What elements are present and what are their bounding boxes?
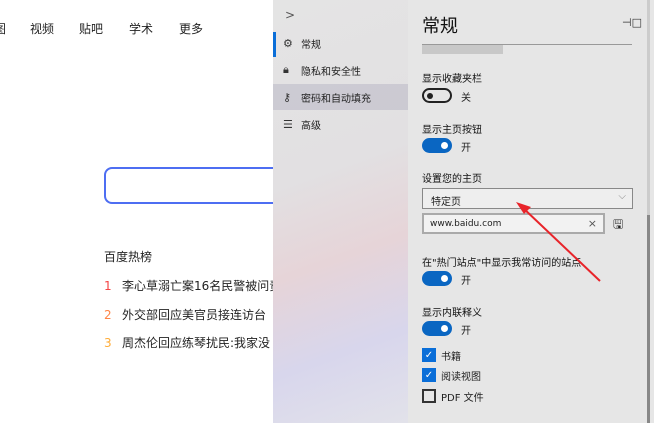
chevron-right-icon[interactable]: > (285, 8, 295, 22)
nav-link[interactable]: 更多 (179, 20, 203, 37)
sidebar-item-label: 常规 (301, 39, 321, 51)
nav-link[interactable]: 学术 (129, 20, 153, 37)
nav-link[interactable]: 视频 (30, 20, 54, 37)
sidebar-item-label: 高级 (301, 120, 321, 132)
sidebar-item-advanced[interactable]: ☰ 高级 (273, 111, 408, 137)
toggle-state: 开 (461, 326, 471, 337)
toggle-state: 开 (461, 143, 471, 154)
nav-link[interactable]: 贴吧 (79, 20, 103, 37)
scrollbar[interactable] (647, 0, 650, 423)
sidebar-item-label: 密码和自动填充 (301, 93, 371, 105)
page-title: 常规 (422, 16, 458, 37)
home-page-select[interactable]: 特定页 ⌵ (422, 188, 633, 209)
top-sites-label: 在"热门站点"中显示我常访问的站点 (422, 258, 582, 269)
select-value: 特定页 (431, 197, 461, 208)
sidebar-item-passwords[interactable]: ⚷ 密码和自动填充 (273, 84, 408, 110)
pdf-checkbox[interactable] (422, 389, 436, 403)
hot-text: 周杰伦回应练琴扰民:我家没 (122, 336, 271, 350)
sidebar-item-label: 隐私和安全性 (301, 66, 361, 78)
checkbox-label: 书籍 (441, 352, 461, 363)
chevron-down-icon: ⌵ (618, 191, 626, 202)
rank: 1 (104, 279, 112, 293)
reading-view-checkbox[interactable]: ✓ (422, 368, 436, 382)
top-sites-toggle[interactable] (422, 271, 452, 286)
sidebar-item-privacy[interactable]: 🔒︎ 隐私和安全性 (273, 57, 408, 83)
hot-item[interactable]: 3 周杰伦回应练琴扰民:我家没 (104, 334, 274, 351)
save-icon[interactable]: 🖫 (613, 215, 623, 236)
home-button-label: 显示主页按钮 (422, 125, 482, 136)
checkbox-label: 阅读视图 (441, 372, 481, 383)
scrollbar-thumb[interactable] (647, 215, 650, 423)
checkbox-label: PDF 文件 (441, 393, 484, 404)
books-checkbox[interactable]: ✓ (422, 348, 436, 362)
favorites-bar-toggle[interactable] (422, 88, 452, 103)
hot-item[interactable]: 1 李心草溺亡案16名民警被问责 (104, 277, 274, 294)
settings-sidebar: > ⚙ 常规 🔒︎ 隐私和安全性 ⚷ 密码和自动填充 ☰ 高级 (273, 0, 408, 423)
settings-panel: 常规 ⊣□ 显示收藏夹栏 关 显示主页按钮 开 设置您的主页 特定页 ⌵ www.… (408, 0, 654, 423)
inline-def-label: 显示内联释义 (422, 308, 482, 319)
import-button[interactable] (422, 45, 503, 54)
key-icon: ⚷ (283, 90, 292, 104)
toggle-state: 关 (461, 93, 471, 104)
hot-text: 李心草溺亡案16名民警被问责 (122, 279, 274, 293)
sliders-icon: ☰ (283, 117, 293, 131)
gear-icon: ⚙ (283, 36, 293, 50)
home-page-label: 设置您的主页 (422, 174, 482, 185)
url-value: www.baidu.com (430, 219, 502, 229)
rank: 3 (104, 336, 112, 350)
hot-list-title: 百度热榜 (104, 250, 153, 264)
nav-link[interactable]: 图 (0, 20, 6, 37)
sidebar-item-general[interactable]: ⚙ 常规 (273, 30, 408, 57)
pin-icon[interactable]: ⊣□ (622, 16, 642, 29)
clear-icon[interactable]: × (588, 217, 597, 230)
lock-icon: 🔒︎ (283, 63, 289, 76)
toggle-state: 开 (461, 276, 471, 287)
home-button-toggle[interactable] (422, 138, 452, 153)
rank: 2 (104, 308, 112, 322)
inline-def-toggle[interactable] (422, 321, 452, 336)
hot-text: 外交部回应美官员接连访台 (122, 308, 267, 322)
hot-item[interactable]: 2 外交部回应美官员接连访台 (104, 306, 274, 323)
home-url-input[interactable]: www.baidu.com × (422, 213, 605, 234)
favorites-bar-label: 显示收藏夹栏 (422, 74, 482, 85)
